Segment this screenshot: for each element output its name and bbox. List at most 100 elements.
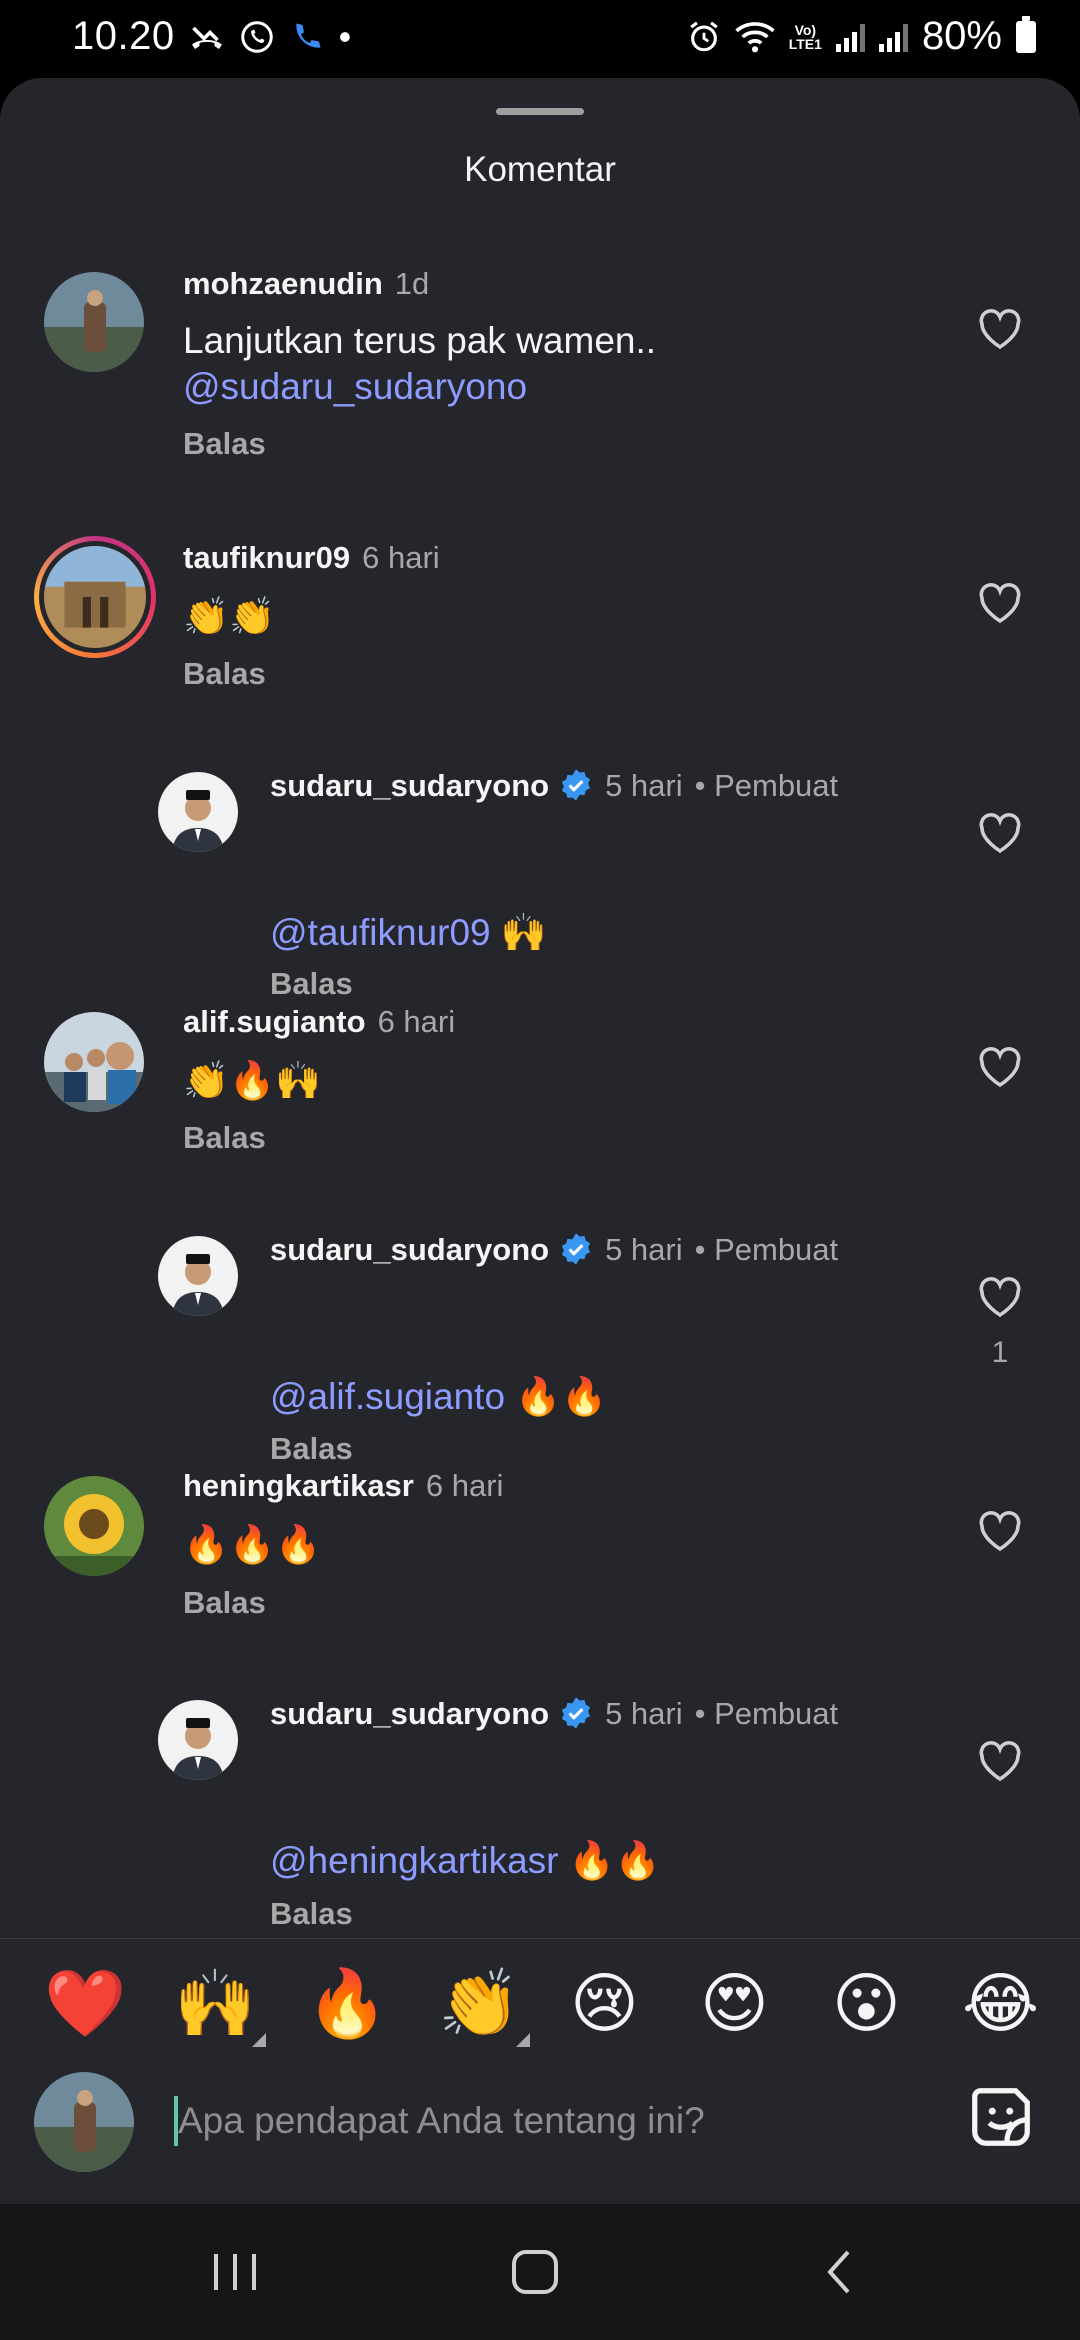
avatar[interactable] [158,1700,238,1780]
reaction-crying[interactable]: 😢 [570,1967,639,2039]
sticker-icon[interactable] [966,2082,1036,2152]
comment-time: 6 hari [425,1468,504,1503]
heart-icon[interactable] [976,1045,1024,1089]
comment-time: 6 hari [362,540,440,575]
heart-icon[interactable] [976,1275,1024,1319]
reply-button[interactable]: Balas [183,1120,266,1156]
avatar[interactable] [44,1476,144,1576]
missed-call-icon [191,26,222,49]
status-time: 10.20 [72,14,175,58]
back-icon[interactable] [806,2240,876,2304]
drag-handle[interactable] [496,108,584,115]
username-text[interactable]: mohzaenudin [183,266,383,301]
mention-link[interactable]: @taufiknur09 [270,912,491,953]
sheet-title: Komentar [464,150,616,189]
username-text[interactable]: sudaru_sudaryono [270,1232,549,1267]
creator-label: • Pembuat [694,1696,839,1731]
reaction-surprised[interactable]: 😮 [832,1967,901,2039]
comment-time: 1d [394,266,430,301]
mention-link[interactable]: @alif.sugianto [270,1376,505,1417]
lte-top-label: Vo) [794,21,817,38]
comment-text: 👏👏 [183,596,276,637]
username-text[interactable]: taufiknur09 [183,540,350,575]
username-text[interactable]: alif.sugianto [183,1004,366,1039]
reply-button[interactable]: Balas [183,1585,266,1621]
username-text[interactable]: heningkartikasr [183,1468,414,1503]
comment-username[interactable]: alif.sugianto 6 hari [183,1004,455,1040]
comment-time: 5 hari [605,768,683,803]
comment-emoji: 🙌 [500,912,547,953]
signal-2-icon [878,22,908,52]
comment-username[interactable]: sudaru_sudaryono 5 hari • Pembuat [270,768,838,804]
notification-dot-icon: • [338,15,352,57]
avatar[interactable] [44,1012,144,1112]
comment-username[interactable]: mohzaenudin 1d [183,266,429,302]
reaction-laughing[interactable]: 😂 [962,1967,1039,2039]
comment-time: 5 hari [605,1696,683,1731]
creator-label: • Pembuat [694,1232,839,1267]
reaction-emoji: 🙌 [174,1966,257,2040]
verified-badge-icon [562,769,591,801]
status-left: 10.20 • [72,14,351,59]
verified-badge-icon [562,1233,591,1265]
alarm-icon [690,21,718,51]
wifi-icon [735,21,775,52]
reaction-heart-eyes[interactable]: 😍 [700,1967,769,2039]
battery-percent: 80% [921,14,1002,58]
system-nav-bar [0,2204,1080,2340]
comment-time: 5 hari [605,1232,683,1267]
status-bar: 10.20 • Vo) LTE1 80% [0,0,1080,78]
comment-emoji: 🔥🔥 [568,1840,661,1881]
reaction-heart[interactable]: ❤️ [44,1967,126,2039]
comment-text: @heningkartikasr 🔥🔥 [270,1838,661,1884]
avatar[interactable] [44,272,144,372]
avatar[interactable] [158,1236,238,1316]
recent-apps-icon[interactable] [200,2240,270,2304]
whatsapp-icon [240,20,273,53]
status-right: Vo) LTE1 80% [687,14,1036,59]
skin-tone-indicator [252,2033,267,2047]
comment-text: @alif.sugianto 🔥🔥 [270,1374,607,1420]
avatar[interactable] [158,772,238,852]
heart-icon[interactable] [976,1739,1024,1783]
comment-emoji: 🔥🔥 [515,1376,608,1417]
verified-badge-icon [562,1697,591,1729]
call-icon [295,23,321,48]
reply-button[interactable]: Balas [270,1431,353,1467]
comment-text: Lanjutkan terus pak wamen.. @sudaru_suda… [183,318,656,410]
comment-username[interactable]: taufiknur09 6 hari [183,540,440,576]
reply-button[interactable]: Balas [183,656,266,692]
reaction-fire[interactable]: 🔥 [306,1967,388,2039]
reaction-clapping[interactable]: 👏 [438,1966,531,2047]
reply-button[interactable]: Balas [183,426,266,462]
heart-icon[interactable] [976,581,1024,625]
my-avatar [34,2072,134,2172]
comment-input-row [0,2068,1080,2204]
reaction-emoji: 👏 [438,1966,521,2040]
mention-link[interactable]: @sudaru_sudaryono [183,364,656,410]
comments-sheet: Komentar mohzaenudin 1d Lanjutkan terus p… [0,78,1080,2204]
heart-icon[interactable] [976,1509,1024,1553]
comment-username[interactable]: sudaru_sudaryono 5 hari • Pembuat [270,1232,838,1268]
lte-indicator: Vo) LTE1 [789,23,822,51]
comment-username[interactable]: heningkartikasr 6 hari [183,1468,503,1504]
home-icon[interactable] [500,2240,570,2304]
reaction-raising-hands[interactable]: 🙌 [174,1966,267,2047]
comment-username[interactable]: sudaru_sudaryono 5 hari • Pembuat [270,1696,838,1732]
comment-text: 👏🔥🙌 [183,1060,322,1101]
reply-button[interactable]: Balas [270,966,353,1002]
comment-input[interactable] [178,2092,938,2150]
skin-tone-indicator [516,2033,531,2047]
comment-text-line: Lanjutkan terus pak wamen.. [183,320,657,361]
avatar-story-ring[interactable] [34,536,156,658]
heart-icon[interactable] [976,307,1024,351]
heart-icon[interactable] [976,811,1024,855]
battery-icon [1016,15,1036,53]
username-text[interactable]: sudaru_sudaryono [270,1696,549,1731]
creator-label: • Pembuat [694,768,839,803]
signal-1-icon [835,22,865,52]
reply-button[interactable]: Balas [270,1896,353,1932]
mention-link[interactable]: @heningkartikasr [270,1840,558,1881]
username-text[interactable]: sudaru_sudaryono [270,768,549,803]
like-count: 1 [991,1336,1009,1369]
